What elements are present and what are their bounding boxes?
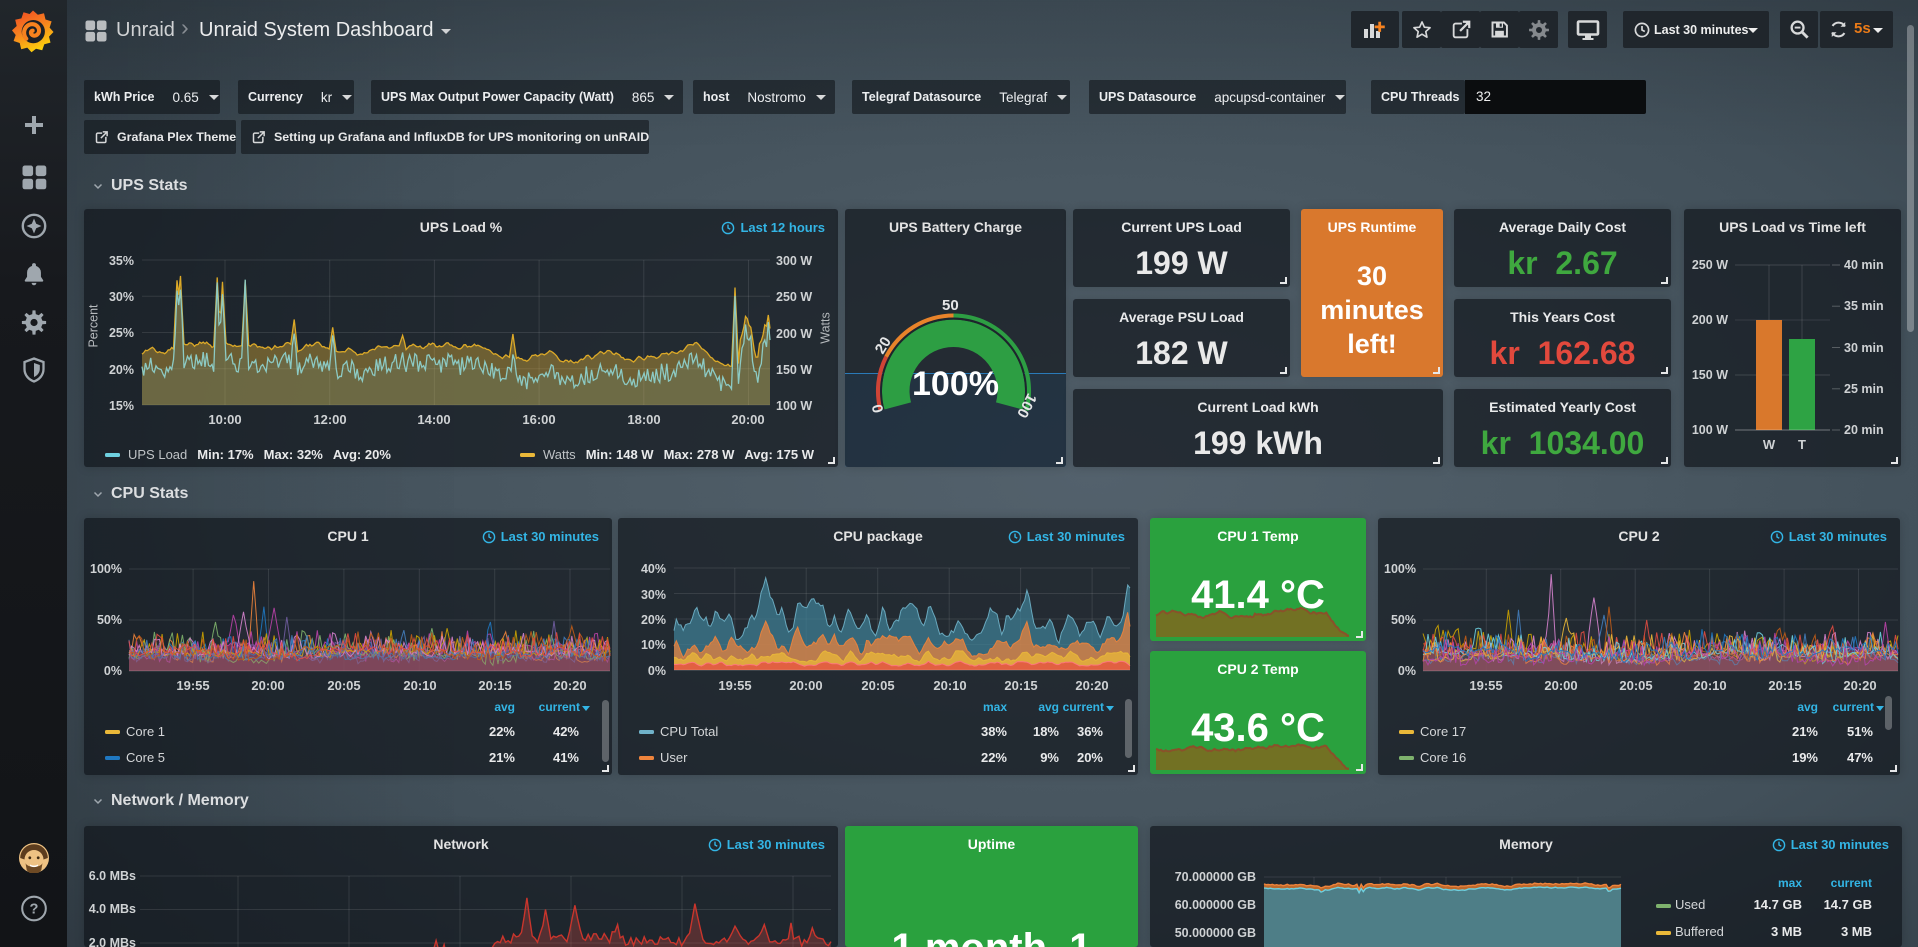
- svg-text:?: ?: [29, 902, 38, 918]
